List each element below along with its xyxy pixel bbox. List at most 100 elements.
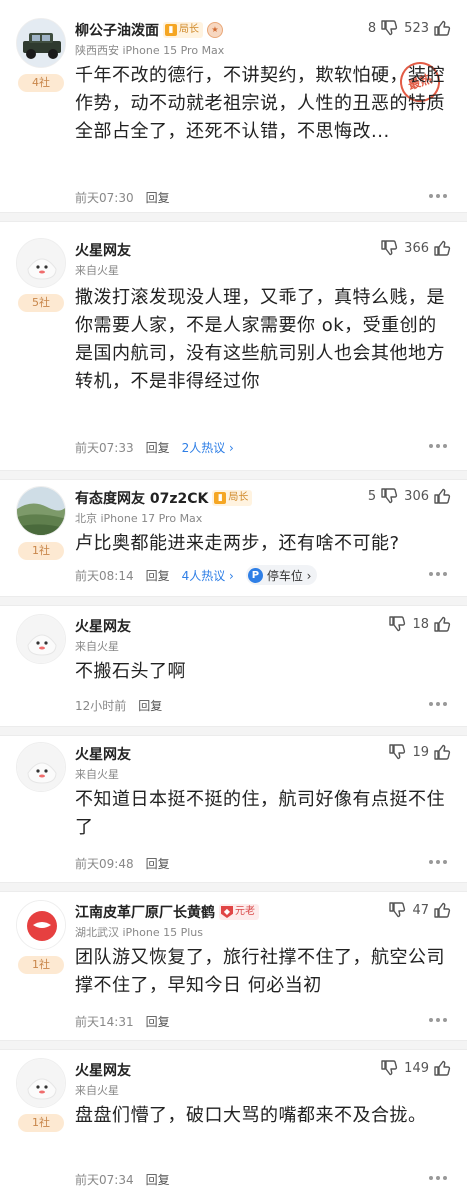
thumbs-up-icon[interactable] [433,615,451,633]
username[interactable]: 有态度网友 07z2CK [75,488,208,508]
reply-button[interactable]: 回复 [146,1013,170,1030]
thumbs-up-icon[interactable] [433,19,451,37]
divider [0,212,467,222]
thumbs-down-icon[interactable] [380,19,398,37]
comment-time: 前天07:34 [75,1172,134,1187]
name-row: 柳公子油泼面 ▮ 局长 ★ [75,20,223,40]
parking-topic-chip[interactable]: P 停车位 › [245,565,318,585]
divider [0,726,467,736]
divider [0,596,467,606]
title-tag-label: 局长 [228,492,249,503]
thumbs-up-icon[interactable] [433,487,451,505]
dislike-count: 8 [367,20,377,36]
comment-text: 撒泼打滚发现没人理，又乖了，真特么贱，是你需要人家，不是人家需要你 ok，受重创… [75,287,445,392]
comment-text: 不知道日本挺不挺的住，航司好像有点挺不住了 [75,789,445,838]
name-row: 火星网友 [75,1060,131,1080]
like-count: 47 [412,902,429,918]
medal-icon: ★ [207,22,223,38]
title-tag-label: 局长 [179,24,199,35]
username[interactable]: 火星网友 [75,1060,131,1080]
jeep-avatar-image [17,19,65,67]
more-options-icon[interactable] [429,702,449,708]
location-device: 陕西西安 iPhone 15 Pro Max [75,44,225,57]
avatar[interactable] [16,742,66,792]
username[interactable]: 火星网友 [75,744,131,764]
avatar[interactable] [16,900,66,950]
comment-meta: 前天07:34 回复 [75,1170,170,1188]
comment-meta: 前天14:31 回复 [75,1012,170,1030]
thumbs-down-icon[interactable] [380,487,398,505]
username[interactable]: 火星网友 [75,616,131,636]
vote-area: 8 523 [368,18,451,38]
username[interactable]: 江南皮革厂原厂长黄鹤 [75,902,215,922]
hot-discussion-link[interactable]: 4人热议 › [182,567,234,584]
hot-discussion-link[interactable]: 2人热议 › [182,439,234,456]
comment-meta: 前天07:30 回复 [75,188,170,206]
thumbs-down-icon[interactable] [388,743,406,761]
vote-area: 366 [380,238,451,258]
location-device: 来自火星 [75,768,119,781]
thumbs-down-icon[interactable] [380,239,398,257]
thumbs-up-icon[interactable] [433,901,451,919]
like-count: 523 [404,20,429,36]
comment-time: 12小时前 [75,698,127,713]
avatar[interactable] [16,486,66,536]
thumbs-down-icon[interactable] [388,901,406,919]
thumbs-up-icon[interactable] [433,1059,451,1077]
thumbs-up-icon[interactable] [433,743,451,761]
more-options-icon[interactable] [429,1176,449,1182]
vote-area: 18 [388,614,451,634]
comment-text: 盘盘们懵了，破口大骂的嘴都来不及合拢。 [75,1105,427,1126]
avatar[interactable] [16,238,66,288]
comment-text: 千年不改的德行，不讲契约，欺软怕硬，装腔作势，动不动就老祖宗说，人性的丑恶的特质… [75,65,445,142]
more-options-icon[interactable] [429,194,449,200]
like-count: 19 [412,744,429,760]
thumbs-down-icon[interactable] [388,615,406,633]
location-device: 来自火星 [75,640,119,653]
reply-button[interactable]: 回复 [146,189,170,206]
default-avatar-image [17,743,65,791]
reply-button[interactable]: 回复 [146,439,170,456]
avatar[interactable] [16,1058,66,1108]
floor-badge: 1社 [18,956,64,974]
divider [0,1040,467,1050]
more-options-icon[interactable] [429,444,449,450]
name-row: 火星网友 [75,616,131,636]
like-count: 306 [404,488,429,504]
comment-time: 前天07:30 [75,190,134,205]
comment-time: 前天08:14 [75,568,134,583]
comment-text: 卢比奥都能进来走两步，还有啥不可能? [75,533,400,554]
more-options-icon[interactable] [429,1018,449,1024]
like-count: 18 [412,616,429,632]
red-logo-avatar-image [17,901,65,949]
avatar[interactable] [16,18,66,68]
username[interactable]: 火星网友 [75,240,131,260]
parking-icon: P [247,567,263,583]
comment-meta: 前天09:48 回复 [75,854,170,872]
floor-badge: 1社 [18,542,64,560]
comment-meta: 12小时前 回复 [75,696,162,714]
floor-badge: 4社 [18,74,64,92]
thumbs-up-icon[interactable] [433,239,451,257]
default-avatar-image [17,239,65,287]
title-tag: ▮ 局长 [212,490,253,506]
username[interactable]: 柳公子油泼面 [75,20,159,40]
more-options-icon[interactable] [429,860,449,866]
comment-meta: 前天07:33 回复 2人热议 › [75,438,234,456]
name-row: 火星网友 [75,240,131,260]
thumbs-down-icon[interactable] [380,1059,398,1077]
reply-button[interactable]: 回复 [138,697,162,714]
more-options-icon[interactable] [429,572,449,578]
reply-button[interactable]: 回复 [146,855,170,872]
comment-meta: 前天08:14 回复 4人热议 › P 停车位 › [75,565,318,585]
default-avatar-image [17,1059,65,1107]
name-row: 江南皮革厂原厂长黄鹤 ◆ 元老 [75,902,259,922]
location-device: 湖北武汉 iPhone 15 Plus [75,926,204,939]
like-count: 366 [404,240,429,256]
floor-badge: 5社 [18,294,64,312]
reply-button[interactable]: 回复 [146,567,170,584]
avatar[interactable] [16,614,66,664]
reply-button[interactable]: 回复 [146,1171,170,1188]
vote-area: 47 [388,900,451,920]
rank-icon: ▮ [165,24,177,36]
